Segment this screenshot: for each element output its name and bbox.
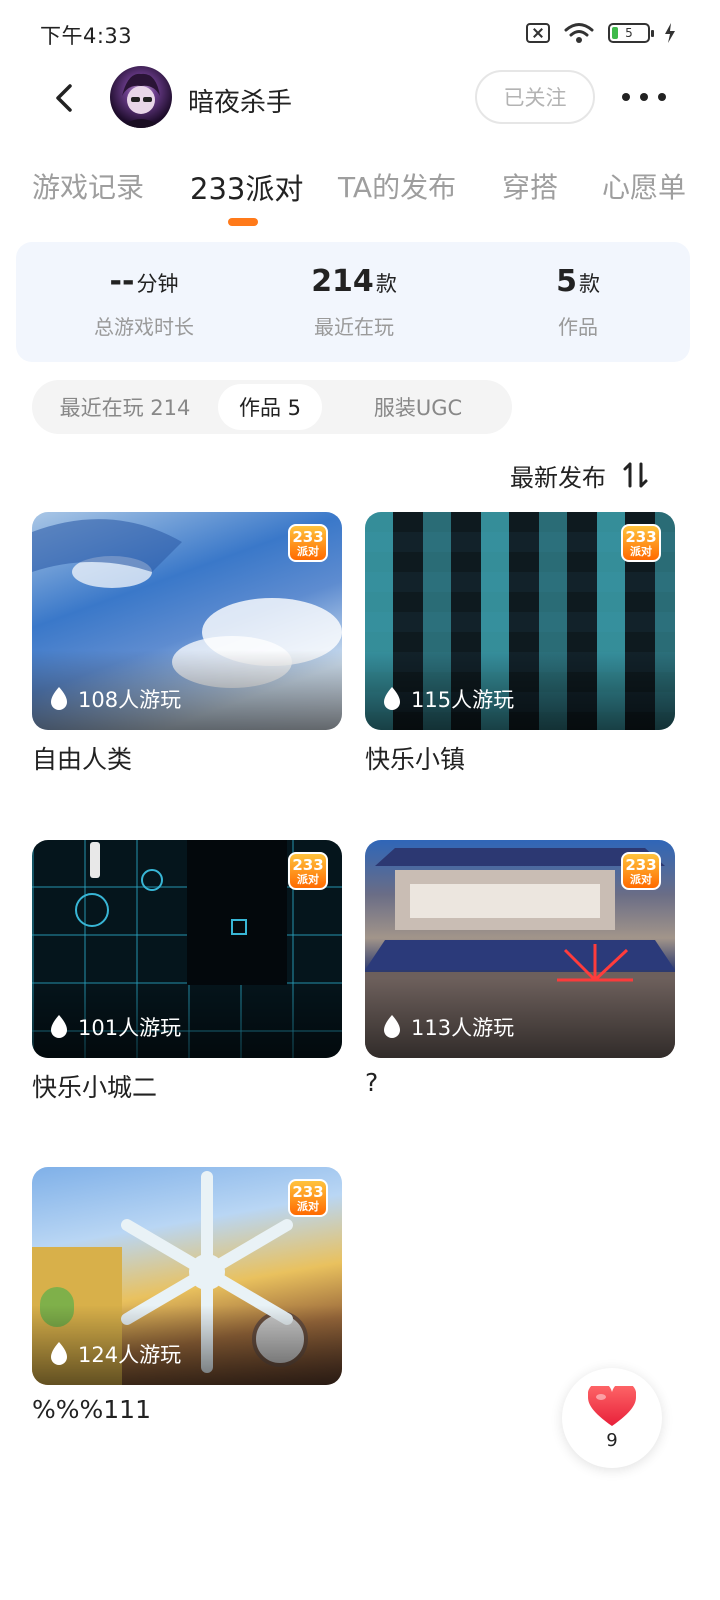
stat-recent-played[interactable]: 214款 最近在玩 — [254, 264, 454, 340]
stat-play-time: --分钟 总游戏时长 — [44, 264, 244, 340]
flame-icon — [51, 1015, 67, 1038]
work-title: 自由人类 — [32, 745, 133, 774]
play-count-text: 101人游玩 — [78, 1016, 182, 1040]
badge-number: 233 — [625, 855, 657, 874]
stats-panel: --分钟 总游戏时长 214款 最近在玩 5款 作品 — [16, 242, 690, 362]
stat-unit: 款 — [375, 272, 397, 296]
play-count: 101人游玩 — [48, 1012, 181, 1042]
work-thumbnail: 233 派对 108人游玩 — [32, 512, 342, 730]
stat-works[interactable]: 5款 作品 — [478, 264, 678, 340]
play-count: 108人游玩 — [48, 684, 181, 714]
stat-unit: 款 — [578, 272, 600, 296]
stat-value: 5 — [556, 264, 577, 299]
play-count: 115人游玩 — [381, 684, 514, 714]
badge-text: 派对 — [630, 544, 652, 558]
avatar[interactable] — [110, 66, 172, 128]
work-title: 快乐小镇 — [365, 745, 466, 774]
work-title: %%%111 — [32, 1395, 151, 1424]
segment-recent-played[interactable]: 最近在玩 214 — [32, 380, 218, 434]
badge-text: 派对 — [297, 544, 319, 558]
work-card[interactable]: 233 派对 108人游玩 自由人类 — [32, 512, 342, 776]
work-card[interactable]: 233 派对 113人游玩 ? — [365, 840, 675, 1097]
active-tab-indicator — [228, 218, 258, 226]
party-badge: 233 派对 — [288, 524, 328, 562]
work-card[interactable]: 233 派对 124人游玩 %%%111 — [32, 1167, 342, 1424]
segment-works[interactable]: 作品 5 — [218, 384, 322, 430]
status-icons: 5 — [526, 22, 676, 44]
stat-label: 最近在玩 — [314, 315, 394, 339]
stat-value: 214 — [311, 264, 374, 299]
work-card[interactable]: 233 派对 115人游玩 快乐小镇 — [365, 512, 675, 776]
stat-label: 总游戏时长 — [94, 315, 194, 339]
no-sim-icon — [526, 23, 550, 43]
badge-text: 派对 — [630, 872, 652, 886]
like-button[interactable]: 9 — [562, 1368, 662, 1468]
tab-outfits[interactable]: 穿搭 — [502, 166, 558, 206]
tab-wishlist[interactable]: 心愿单 — [602, 166, 686, 206]
stat-unit: 分钟 — [136, 272, 179, 296]
badge-number: 233 — [625, 527, 657, 546]
battery-icon: 5 — [608, 23, 654, 43]
battery-level: 5 — [625, 26, 633, 40]
status-bar: 下午4:33 5 — [0, 0, 720, 66]
badge-number: 233 — [292, 1182, 324, 1201]
flame-icon — [51, 1342, 67, 1365]
badge-text: 派对 — [297, 1199, 319, 1213]
play-count-text: 115人游玩 — [411, 688, 515, 712]
stat-value: -- — [109, 264, 135, 299]
work-thumbnail: 233 派对 115人游玩 — [365, 512, 675, 730]
badge-number: 233 — [292, 855, 324, 874]
party-badge: 233 派对 — [288, 1179, 328, 1217]
sort-label: 最新发布 — [510, 463, 606, 492]
sort-control[interactable]: 最新发布 — [510, 456, 650, 494]
username: 暗夜杀手 — [188, 88, 293, 118]
work-title: 快乐小城二 — [32, 1073, 158, 1102]
avatar-image — [120, 73, 162, 128]
badge-text: 派对 — [297, 872, 319, 886]
party-badge: 233 派对 — [621, 524, 661, 562]
status-time: 下午4:33 — [40, 24, 133, 48]
sort-icon — [623, 462, 648, 488]
profile-tabs: 游戏记录 233派对 TA的发布 穿搭 心愿单 — [0, 160, 720, 230]
heart-icon — [588, 1385, 636, 1426]
tab-posts[interactable]: TA的发布 — [338, 166, 456, 206]
flame-icon — [51, 687, 67, 710]
works-filter: 最近在玩 214 作品 5 服装UGC — [32, 380, 512, 434]
play-count: 124人游玩 — [48, 1339, 181, 1369]
work-title: ? — [365, 1068, 379, 1097]
party-badge: 233 派对 — [621, 852, 661, 890]
tab-233-party[interactable]: 233派对 — [190, 166, 303, 208]
flame-icon — [384, 687, 400, 710]
back-button[interactable] — [44, 78, 84, 118]
chevron-left-icon — [56, 84, 72, 112]
work-thumbnail: 233 派对 124人游玩 — [32, 1167, 342, 1385]
wifi-icon — [564, 23, 594, 43]
play-count-text: 113人游玩 — [411, 1016, 515, 1040]
like-count: 9 — [606, 1429, 618, 1451]
stat-label: 作品 — [558, 315, 598, 339]
party-badge: 233 派对 — [288, 852, 328, 890]
segment-outfit-ugc[interactable]: 服装UGC — [348, 380, 488, 434]
play-count-text: 124人游玩 — [78, 1343, 182, 1367]
work-card[interactable]: 233 派对 101人游玩 快乐小城二 — [32, 840, 342, 1104]
badge-number: 233 — [292, 527, 324, 546]
charging-icon — [665, 23, 675, 43]
more-options-icon[interactable] — [622, 82, 666, 112]
tab-game-history[interactable]: 游戏记录 — [32, 166, 144, 206]
work-thumbnail: 233 派对 101人游玩 — [32, 840, 342, 1058]
play-count: 113人游玩 — [381, 1012, 514, 1042]
follow-button[interactable]: 已关注 — [475, 70, 595, 124]
play-count-text: 108人游玩 — [78, 688, 182, 712]
profile-header: 暗夜杀手 已关注 — [0, 66, 720, 130]
work-thumbnail: 233 派对 113人游玩 — [365, 840, 675, 1058]
flame-icon — [384, 1015, 400, 1038]
